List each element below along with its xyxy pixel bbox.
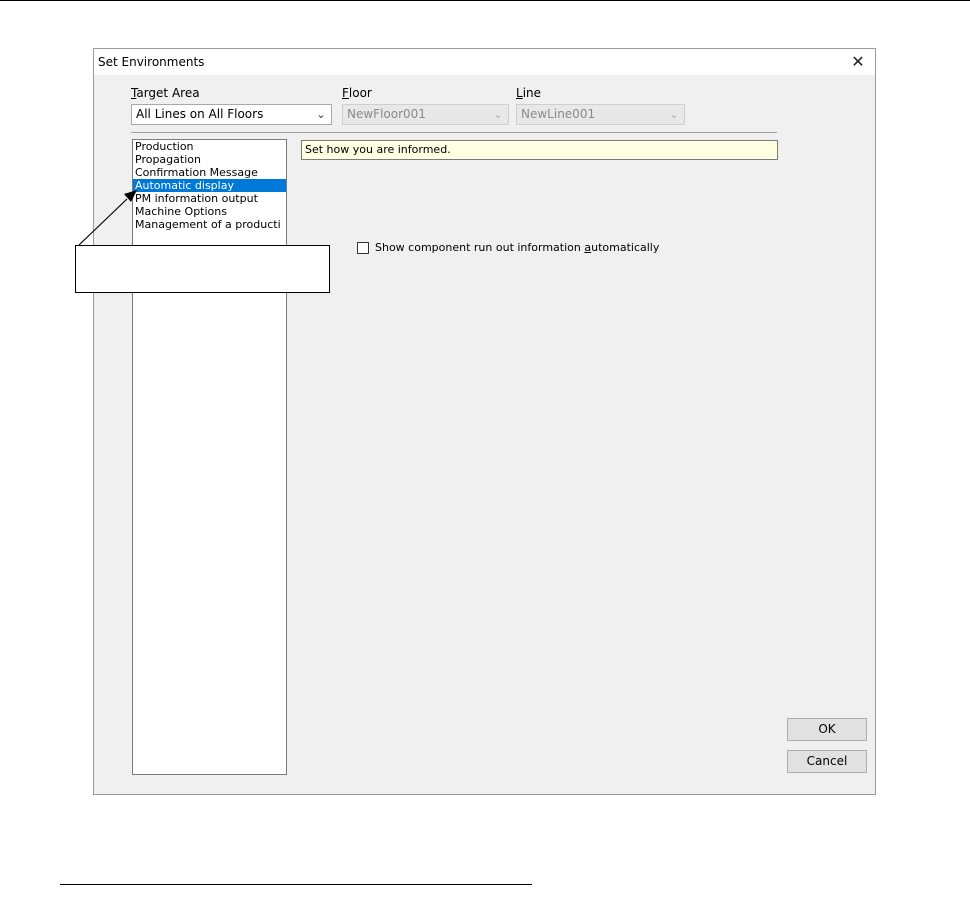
line-label-accel: L [516, 86, 523, 100]
page-top-rule [0, 0, 970, 1]
set-environments-dialog: Set Environments ✕ Target Area All Lines… [93, 48, 876, 795]
list-item[interactable]: Management of a producti [133, 218, 286, 231]
dialog-title: Set Environments [98, 55, 205, 69]
ok-button[interactable]: OK [787, 718, 867, 741]
chevron-down-icon: ⌄ [493, 108, 503, 121]
floor-label-rest: loor [348, 86, 372, 100]
line-label-rest: ine [522, 86, 542, 100]
floor-label-accel: F [342, 86, 349, 100]
list-item[interactable]: PM information output [133, 192, 286, 205]
list-item[interactable]: Propagation [133, 153, 286, 166]
show-component-checkbox[interactable] [357, 242, 369, 254]
cancel-button[interactable]: Cancel [787, 750, 867, 773]
header-separator [131, 132, 777, 133]
list-item[interactable]: Machine Options [133, 205, 286, 218]
list-item-selected[interactable]: Automatic display [133, 179, 286, 192]
target-area-dropdown[interactable]: All Lines on All Floors ⌄ [131, 104, 332, 125]
floor-label: Floor [342, 86, 372, 100]
description-box: Set how you are informed. [301, 140, 778, 160]
floor-value: NewFloor001 [347, 107, 426, 121]
checkbox-label-before: Show component run out information [375, 241, 585, 254]
target-area-label: Target Area [131, 86, 200, 100]
category-listbox[interactable]: Production Propagation Confirmation Mess… [132, 139, 287, 775]
target-area-label-rest: arget Area [136, 86, 200, 100]
floor-dropdown[interactable]: NewFloor001 ⌄ [342, 104, 509, 125]
close-icon[interactable]: ✕ [841, 49, 875, 75]
dialog-titlebar: Set Environments ✕ [94, 49, 875, 75]
list-item[interactable]: Production [133, 140, 286, 153]
line-dropdown[interactable]: NewLine001 ⌄ [516, 104, 685, 125]
line-value: NewLine001 [521, 107, 596, 121]
list-item[interactable]: Confirmation Message [133, 166, 286, 179]
footnote-rule [60, 884, 532, 885]
callout-box [75, 245, 330, 293]
line-label: Line [516, 86, 541, 100]
chevron-down-icon: ⌄ [316, 108, 326, 121]
checkbox-label-after: utomatically [591, 241, 660, 254]
chevron-down-icon: ⌄ [669, 108, 679, 121]
target-area-value: All Lines on All Floors [136, 107, 264, 121]
show-component-checkbox-label[interactable]: Show component run out information autom… [375, 241, 659, 254]
